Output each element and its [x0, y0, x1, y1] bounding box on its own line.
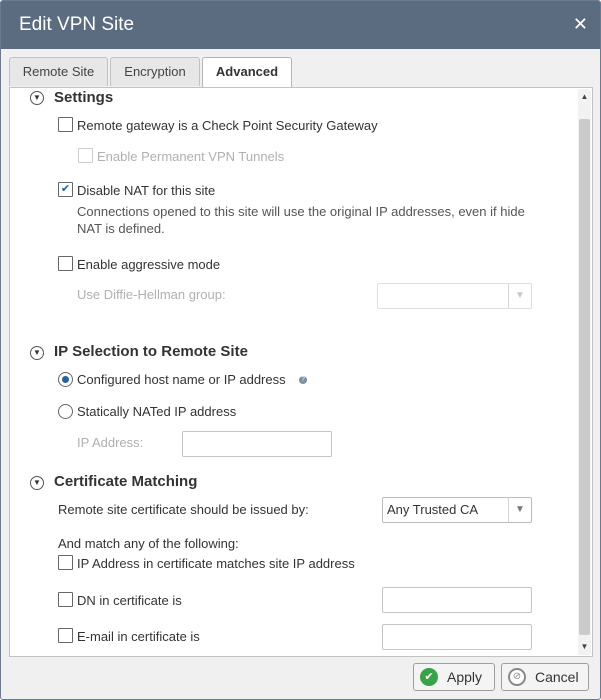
- disable-nat-description-line1: Connections opened to this site will use…: [77, 204, 525, 219]
- ip-address-label: IP Address:: [77, 435, 144, 450]
- statically-nated-radio[interactable]: [58, 404, 73, 419]
- issued-by-label: Remote site certificate should be issued…: [58, 502, 309, 517]
- cancel-icon: ⊘: [508, 668, 526, 686]
- checkmark-icon: ✔: [60, 183, 71, 195]
- dh-group-select[interactable]: ▼: [377, 283, 532, 309]
- section-title-certificate: Certificate Matching: [54, 473, 198, 490]
- permanent-tunnels-label: Enable Permanent VPN Tunnels: [97, 149, 285, 164]
- disable-nat-checkbox[interactable]: ✔: [58, 182, 73, 197]
- dn-label: DN in certificate is: [77, 593, 182, 608]
- scroll-down-icon[interactable]: ▼: [580, 642, 589, 652]
- email-input[interactable]: [382, 624, 532, 650]
- cancel-button[interactable]: ⊘ Cancel: [501, 663, 589, 691]
- dn-input[interactable]: [382, 587, 532, 613]
- scroll-up-icon[interactable]: ▲: [580, 92, 589, 102]
- aggressive-mode-checkbox[interactable]: [58, 256, 73, 271]
- tab-advanced[interactable]: Advanced: [202, 57, 292, 88]
- tab-remote-site[interactable]: Remote Site: [9, 57, 108, 86]
- statically-nated-label: Statically NATed IP address: [77, 404, 237, 419]
- collapse-ip-selection-icon[interactable]: ▼: [30, 346, 44, 360]
- edit-vpn-site-dialog: Edit VPN Site ✕ Remote Site Encryption A…: [0, 0, 601, 700]
- disable-nat-description-line2: NAT is defined.: [77, 221, 165, 236]
- configured-host-radio[interactable]: [58, 372, 73, 387]
- dialog-title: Edit VPN Site: [19, 14, 135, 35]
- email-label: E-mail in certificate is: [77, 629, 200, 644]
- apply-button[interactable]: ✔ Apply: [413, 663, 495, 691]
- section-title-settings: Settings: [54, 89, 114, 106]
- advanced-panel: ▲ ▼ ▼ Settings Remote gateway is a Check…: [9, 87, 593, 657]
- scrollbar-thumb[interactable]: [579, 119, 590, 635]
- chevron-down-icon: ▼: [508, 284, 531, 308]
- dn-checkbox[interactable]: [58, 592, 73, 607]
- vertical-scrollbar[interactable]: ▲ ▼: [578, 89, 591, 655]
- ip-match-label: IP Address in certificate matches site I…: [77, 556, 355, 571]
- tab-encryption[interactable]: Encryption: [110, 57, 200, 86]
- ip-address-input[interactable]: [182, 431, 332, 457]
- ip-match-checkbox[interactable]: [58, 555, 73, 570]
- permanent-tunnels-checkbox[interactable]: [78, 148, 93, 163]
- remote-gateway-label: Remote gateway is a Check Point Security…: [77, 118, 378, 133]
- email-checkbox[interactable]: [58, 628, 73, 643]
- help-icon[interactable]: ?: [299, 376, 307, 384]
- checkmark-icon: ✔: [420, 668, 438, 686]
- close-icon[interactable]: ✕: [573, 14, 588, 35]
- chevron-down-icon: ▼: [508, 498, 531, 522]
- collapse-certificate-icon[interactable]: ▼: [30, 476, 44, 490]
- dh-group-label: Use Diffie-Hellman group:: [77, 287, 226, 302]
- title-bar: Edit VPN Site ✕: [1, 1, 600, 49]
- match-any-label: And match any of the following:: [58, 536, 239, 551]
- collapse-settings-icon[interactable]: ▼: [30, 91, 44, 105]
- section-title-ip-selection: IP Selection to Remote Site: [54, 343, 248, 360]
- configured-host-label: Configured host name or IP address: [77, 372, 286, 387]
- aggressive-mode-label: Enable aggressive mode: [77, 257, 221, 272]
- disable-nat-label: Disable NAT for this site: [77, 183, 216, 198]
- remote-gateway-checkbox[interactable]: [58, 117, 73, 132]
- issued-by-select[interactable]: Any Trusted CA ▼: [382, 497, 532, 523]
